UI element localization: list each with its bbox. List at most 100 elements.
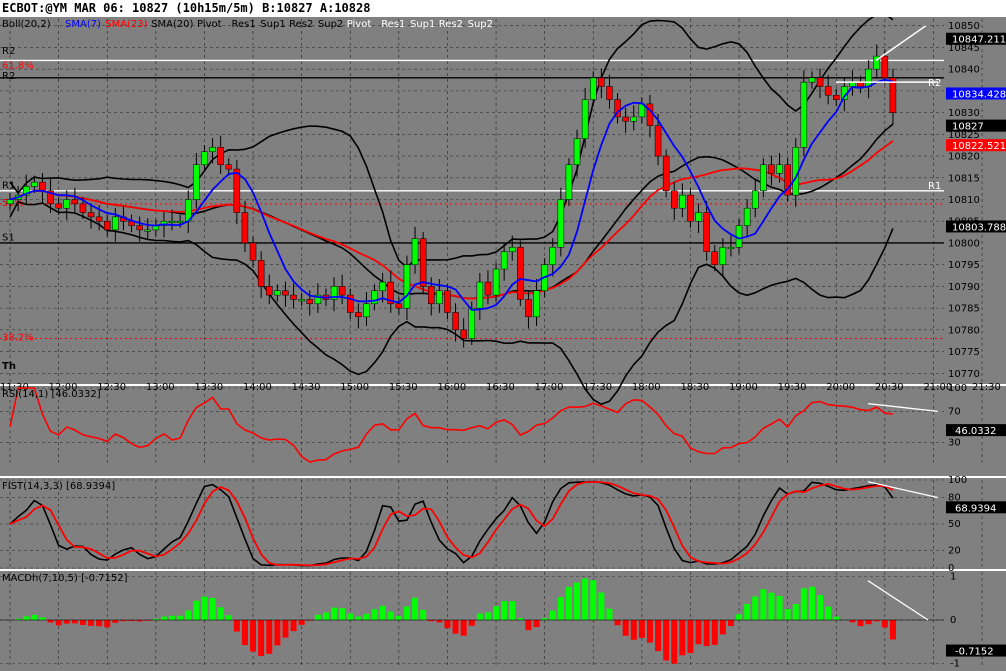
sma7-line bbox=[9, 78, 894, 311]
candle bbox=[752, 190, 759, 209]
macd-bar bbox=[250, 620, 257, 652]
macd-bar bbox=[322, 612, 329, 620]
candle bbox=[671, 190, 678, 209]
macd-bar bbox=[671, 620, 678, 664]
candle bbox=[395, 303, 403, 309]
y-tick-label: 10850 bbox=[948, 21, 980, 32]
macd-bar bbox=[460, 620, 467, 636]
candle bbox=[168, 220, 176, 223]
macd-bar bbox=[800, 588, 807, 620]
legend-item: Res1 bbox=[232, 19, 256, 30]
macd-bar bbox=[606, 608, 613, 620]
pivot-label: R2 bbox=[2, 71, 15, 82]
fib-label: 38.2% bbox=[2, 333, 34, 344]
candle bbox=[63, 199, 70, 209]
candle bbox=[176, 220, 184, 223]
price-box-label: 10803.7883 bbox=[952, 222, 1006, 233]
x-tick-label: 14:00 bbox=[243, 382, 272, 393]
macd-bar bbox=[484, 612, 491, 620]
candle bbox=[889, 77, 897, 113]
x-tick-label: 16:30 bbox=[486, 382, 515, 393]
y-tick-label: 10790 bbox=[948, 282, 980, 293]
candle bbox=[711, 251, 718, 265]
macd-bar bbox=[638, 620, 645, 638]
legend-item: SMA(23) bbox=[105, 19, 147, 30]
pivot-label: R1 bbox=[928, 181, 941, 192]
bollinger-lower-line bbox=[9, 200, 894, 406]
candle bbox=[112, 216, 119, 231]
candle bbox=[816, 77, 824, 87]
sma20-line bbox=[9, 123, 894, 300]
macd-bar bbox=[290, 620, 297, 632]
macd-bar bbox=[160, 616, 167, 620]
y-tick-label: 100 bbox=[948, 475, 967, 486]
macd-bar bbox=[719, 620, 726, 635]
candle bbox=[31, 181, 38, 187]
pivot-label: R2 bbox=[2, 46, 15, 57]
candle bbox=[411, 238, 419, 265]
candle bbox=[79, 203, 87, 213]
macd-bar bbox=[71, 620, 78, 624]
macd-bar bbox=[258, 620, 265, 656]
macd-bar bbox=[614, 620, 621, 626]
y-tick-label: 10840 bbox=[948, 65, 980, 76]
candle bbox=[87, 212, 95, 218]
macd-bar bbox=[501, 601, 508, 620]
candle bbox=[533, 290, 540, 318]
candle bbox=[403, 264, 411, 309]
macd-bar bbox=[177, 615, 184, 620]
price-box-label: 10827 bbox=[952, 122, 984, 133]
x-tick-label: 17:00 bbox=[535, 382, 564, 393]
candle bbox=[419, 238, 427, 287]
x-tick-label: 12:30 bbox=[97, 382, 126, 393]
macd-bar bbox=[274, 620, 281, 646]
candle bbox=[225, 164, 232, 170]
y-tick-label: -1 bbox=[950, 659, 960, 670]
macd-bar bbox=[517, 617, 524, 620]
price-box-label: 10822.5217 bbox=[952, 141, 1006, 152]
x-tick-label: 20:30 bbox=[875, 382, 904, 393]
macd-bar bbox=[857, 620, 864, 627]
macd-bar bbox=[39, 617, 46, 620]
candle bbox=[39, 181, 46, 192]
candle bbox=[282, 290, 289, 296]
x-tick-label: 18:30 bbox=[680, 382, 709, 393]
macd-bar bbox=[574, 582, 581, 620]
y-tick-label: 10820 bbox=[948, 152, 980, 163]
macd-bar bbox=[452, 620, 459, 634]
y-tick-label: 10775 bbox=[948, 347, 980, 358]
candle bbox=[201, 151, 208, 165]
candle bbox=[371, 290, 378, 305]
macd-bar bbox=[331, 607, 338, 620]
candle bbox=[257, 260, 265, 287]
macd-bar bbox=[622, 620, 629, 636]
macd-bar bbox=[646, 620, 653, 643]
macd-bar bbox=[557, 597, 564, 620]
macd-bar bbox=[493, 606, 500, 620]
macd-bar bbox=[169, 615, 176, 620]
macd-bar bbox=[679, 620, 686, 656]
candle bbox=[881, 55, 889, 79]
macd-bar bbox=[55, 620, 62, 626]
candle bbox=[662, 155, 670, 192]
candle bbox=[95, 216, 103, 222]
candle bbox=[768, 164, 775, 174]
candle bbox=[290, 294, 297, 300]
y-tick-label: 10785 bbox=[948, 304, 980, 315]
legend-item: SMA(7) bbox=[65, 19, 101, 30]
pivot-label: Th bbox=[2, 361, 16, 372]
candle bbox=[727, 247, 735, 250]
trading-chart[interactable]: 1077010775107801078510790107951080010805… bbox=[0, 17, 1006, 671]
candle bbox=[743, 207, 751, 226]
macd-bar bbox=[808, 586, 815, 620]
candle bbox=[266, 286, 273, 296]
x-tick-label: 18:00 bbox=[632, 382, 661, 393]
price-box-label: -0.7152 bbox=[955, 647, 994, 658]
candle bbox=[679, 194, 686, 209]
candle bbox=[444, 290, 451, 313]
candle bbox=[55, 203, 62, 209]
stoch-k-line bbox=[9, 480, 894, 567]
candle bbox=[646, 103, 654, 126]
candle bbox=[622, 116, 629, 122]
macd-bar bbox=[314, 614, 321, 620]
